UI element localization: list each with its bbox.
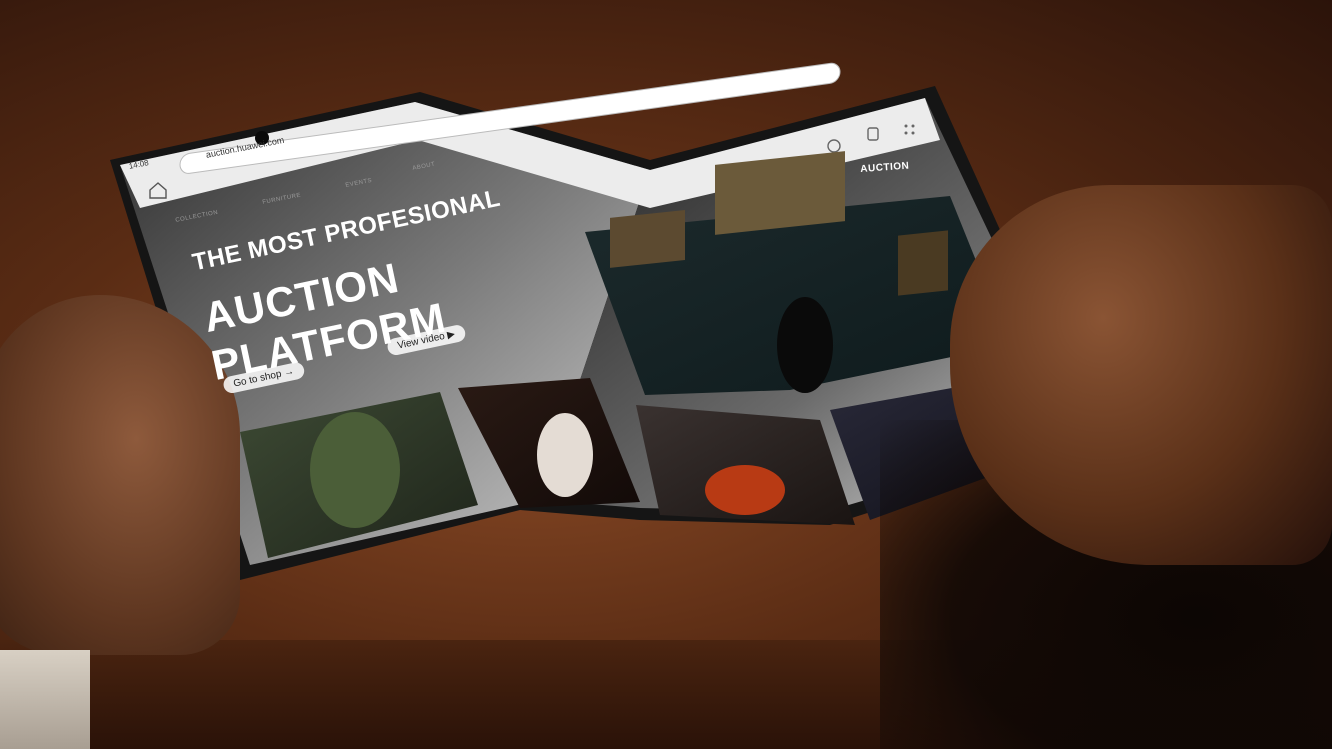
painting bbox=[715, 151, 845, 235]
left-hand bbox=[0, 295, 240, 655]
photo-scene: 14:08 auction.huawei.com COLLECTION FURN… bbox=[0, 0, 1332, 749]
left-sleeve bbox=[0, 650, 90, 749]
painting bbox=[898, 230, 948, 296]
sculpture bbox=[310, 412, 400, 528]
painting bbox=[610, 210, 685, 268]
vase bbox=[537, 413, 593, 497]
amber-gem bbox=[705, 465, 785, 515]
visitor-silhouette bbox=[777, 297, 833, 393]
